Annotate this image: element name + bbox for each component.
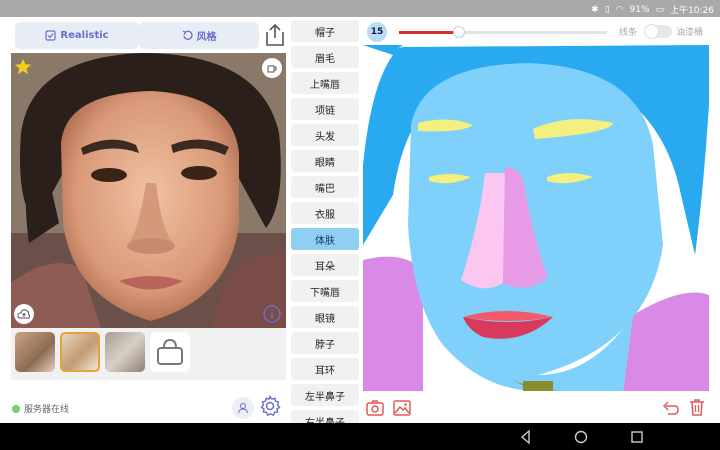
back-icon[interactable]: [518, 429, 534, 445]
label-item[interactable]: 脖子: [291, 332, 359, 354]
thumbnail-3[interactable]: [105, 332, 145, 372]
label-item[interactable]: 头发: [291, 124, 359, 146]
cup-icon[interactable]: [262, 58, 282, 78]
gear-icon[interactable]: [259, 395, 281, 417]
label-item[interactable]: 眼镜: [291, 306, 359, 328]
brush-size-badge: 15: [367, 22, 387, 42]
label-item[interactable]: 衣服: [291, 202, 359, 224]
gallery-icon[interactable]: [392, 398, 412, 418]
brush-size-slider[interactable]: [399, 26, 607, 38]
favorite-star-icon[interactable]: [13, 57, 33, 77]
label-item[interactable]: 眉毛: [291, 46, 359, 68]
thumbnail-strip: [11, 328, 286, 380]
portrait-image: [11, 53, 286, 328]
segmentation-canvas[interactable]: [363, 45, 709, 391]
label-item[interactable]: 上嘴唇: [291, 72, 359, 94]
share-icon[interactable]: [264, 23, 286, 47]
clothes-region: [363, 256, 423, 391]
realistic-button[interactable]: Realistic: [15, 22, 139, 49]
label-item[interactable]: 左半鼻子: [291, 384, 359, 406]
undo-icon[interactable]: [660, 398, 680, 418]
system-nav-bar: [0, 423, 720, 450]
battery-level: 91%: [629, 4, 650, 15]
slider-thumb[interactable]: [453, 26, 466, 38]
label-item[interactable]: 项链: [291, 98, 359, 120]
label-item[interactable]: 嘴巴: [291, 176, 359, 198]
delete-icon[interactable]: [687, 397, 707, 417]
status-bar: ✱ ▯ ◠ 91% ▭ 上午10:26: [0, 0, 720, 17]
vibrate-icon: ▯: [604, 4, 610, 15]
realistic-label: Realistic: [60, 30, 109, 41]
bag-icon: [157, 338, 183, 365]
server-status: 服务器在线: [12, 402, 69, 415]
app: Realistic 风格 服务器在线 帽子 眉毛 上嘴唇 项链 头发 眼睛 嘴巴…: [0, 17, 720, 423]
thumbnail-2-selected[interactable]: [60, 332, 100, 372]
clock: 上午10:26: [670, 6, 714, 16]
online-dot-icon: [12, 404, 20, 413]
slider-fill: [399, 31, 460, 34]
segment-label-list[interactable]: 帽子眉毛上嘴唇项链头发眼睛嘴巴衣服体肤耳朵下嘴唇眼镜脖子耳环左半鼻子右半鼻子: [291, 20, 359, 423]
home-icon[interactable]: [573, 429, 589, 445]
upload-cloud-icon[interactable]: [14, 304, 34, 324]
info-icon[interactable]: [262, 304, 282, 324]
server-status-text: 服务器在线: [24, 405, 70, 415]
camera-icon[interactable]: [365, 398, 385, 418]
recents-icon[interactable]: [629, 429, 645, 445]
paint-bucket-label: 油漆桶: [676, 28, 704, 38]
bluetooth-icon: ✱: [591, 4, 599, 15]
label-item[interactable]: 下嘴唇: [291, 280, 359, 302]
undo-rotate-icon: [182, 30, 193, 40]
user-button[interactable]: [232, 397, 254, 419]
style-button[interactable]: 风格: [139, 22, 259, 49]
label-item[interactable]: 眼睛: [291, 150, 359, 172]
style-label: 风格: [196, 32, 217, 43]
source-photo[interactable]: [11, 53, 286, 328]
checkbox-icon: [45, 30, 57, 41]
label-item[interactable]: 耳朵: [291, 254, 359, 276]
label-item[interactable]: 体肤: [291, 228, 359, 250]
wifi-icon: ◠: [615, 4, 624, 15]
battery-icon: ▭: [655, 4, 665, 15]
thumbnail-1[interactable]: [15, 332, 55, 372]
label-item[interactable]: 耳环: [291, 358, 359, 380]
user-icon: [238, 403, 248, 414]
line-label: 线条: [619, 28, 638, 38]
toggle-knob: [644, 24, 659, 39]
label-item[interactable]: 帽子: [291, 20, 359, 42]
label-item[interactable]: 右半鼻子: [291, 410, 359, 423]
thumbnail-add[interactable]: [150, 332, 190, 372]
paint-bucket-toggle[interactable]: [644, 24, 672, 39]
left-panel: Realistic 风格 服务器在线: [10, 17, 288, 423]
